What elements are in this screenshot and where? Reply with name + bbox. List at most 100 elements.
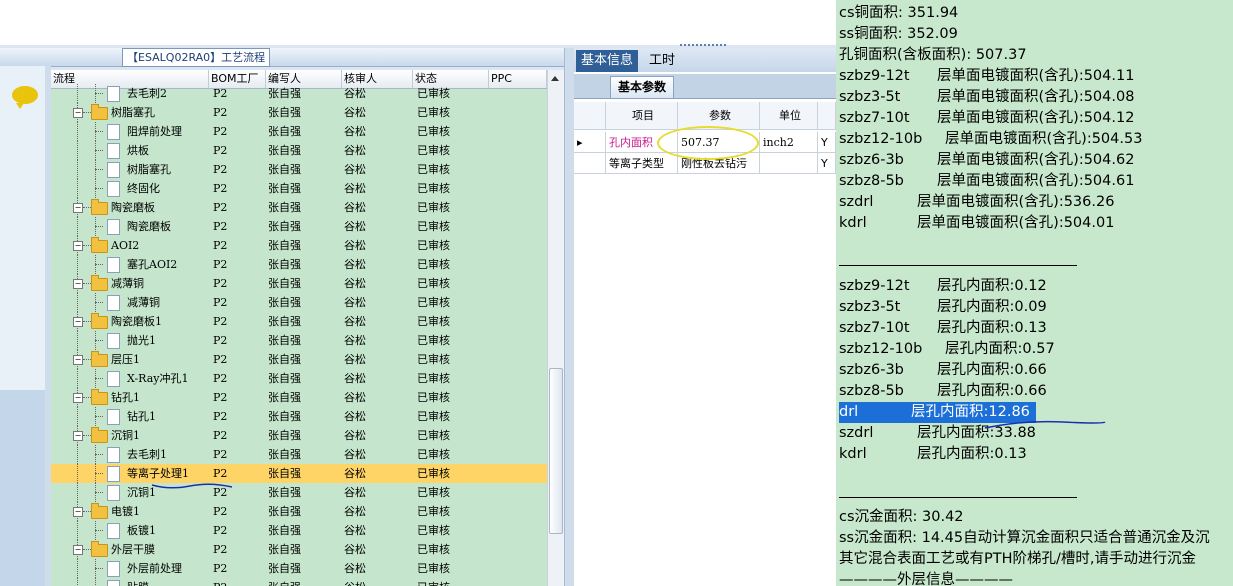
- table-row[interactable]: 烘板 P2 张自强 谷松 已审核: [51, 141, 547, 160]
- status: 已审核: [417, 220, 450, 233]
- table-row[interactable]: 沉铜1 P2 张自强 谷松 已审核: [51, 483, 547, 502]
- table-row[interactable]: 外层前处理 P2 张自强 谷松 已审核: [51, 559, 547, 578]
- writer: 张自强: [268, 239, 301, 252]
- table-row[interactable]: − 减薄铜 P2 张自强 谷松 已审核: [51, 274, 547, 293]
- collapse-toggle-icon[interactable]: −: [73, 545, 83, 555]
- status: 已审核: [417, 258, 450, 271]
- table-row[interactable]: 塞孔AOI2 P2 张自强 谷松 已审核: [51, 255, 547, 274]
- document-icon: [107, 466, 120, 482]
- table-row[interactable]: − 外层干膜 P2 张自强 谷松 已审核: [51, 540, 547, 559]
- table-row[interactable]: 贴膜 P2 张自强 谷松 已审核: [51, 578, 547, 586]
- reviewer: 谷松: [344, 429, 366, 442]
- table-row[interactable]: − 沉铜1 P2 张自强 谷松 已审核: [51, 426, 547, 445]
- document-icon: [107, 447, 120, 463]
- scroll-up-icon[interactable]: [551, 76, 559, 81]
- reviewer: 谷松: [344, 334, 366, 347]
- table-row[interactable]: 终固化 P2 张自强 谷松 已审核: [51, 179, 547, 198]
- writer: 张自强: [268, 505, 301, 518]
- document-icon: [107, 219, 120, 235]
- reviewer: 谷松: [344, 201, 366, 214]
- table-row[interactable]: − 陶瓷磨板 P2 张自强 谷松 已审核: [51, 198, 547, 217]
- bom-factory: P2: [213, 505, 228, 518]
- hole-copper-area: 孔铜面积(含板面积): 507.37: [839, 47, 1027, 63]
- writer: 张自强: [268, 201, 301, 214]
- collapse-toggle-icon[interactable]: −: [73, 507, 83, 517]
- collapse-toggle-icon[interactable]: −: [73, 279, 83, 289]
- hole-area-line: szbz9-12t 层孔内面积:0.12: [839, 278, 1047, 294]
- tab-basic-info[interactable]: 基本信息: [576, 50, 638, 72]
- document-icon: [107, 485, 120, 501]
- left-side-panel-lower: [0, 390, 45, 586]
- writer: 张自强: [268, 315, 301, 328]
- bom-factory: P2: [213, 372, 228, 385]
- process-name: 减薄铜: [127, 296, 160, 309]
- table-row[interactable]: 去毛刺1 P2 张自强 谷松 已审核: [51, 445, 547, 464]
- param-flag: Y: [818, 153, 836, 174]
- collapse-toggle-icon[interactable]: −: [73, 393, 83, 403]
- table-row[interactable]: 板镀1 P2 张自强 谷松 已审核: [51, 521, 547, 540]
- collapse-toggle-icon[interactable]: −: [73, 317, 83, 327]
- status: 已审核: [417, 144, 450, 157]
- plating-area-line: szbz12-10b 层单面电镀面积(含孔):504.53: [839, 131, 1143, 147]
- status: 已审核: [417, 391, 450, 404]
- process-name: 板镀1: [127, 524, 156, 537]
- collapse-toggle-icon[interactable]: −: [73, 431, 83, 441]
- column-header-item[interactable]: 项目: [606, 102, 678, 130]
- status: 已审核: [417, 562, 450, 575]
- bom-factory: P2: [213, 144, 228, 157]
- tab-work-hours[interactable]: 工时: [644, 50, 680, 72]
- document-icon: [107, 143, 120, 159]
- table-row[interactable]: − 电镀1 P2 张自强 谷松 已审核: [51, 502, 547, 521]
- table-row[interactable]: 抛光1 P2 张自强 谷松 已审核: [51, 331, 547, 350]
- table-row[interactable]: 陶瓷磨板 P2 张自强 谷松 已审核: [51, 217, 547, 236]
- table-row[interactable]: 钻孔1 P2 张自强 谷松 已审核: [51, 407, 547, 426]
- writer: 张自强: [268, 182, 301, 195]
- writer: 张自强: [268, 467, 301, 480]
- bom-factory: P2: [213, 562, 228, 575]
- writer: 张自强: [268, 87, 301, 100]
- chat-icon[interactable]: [12, 86, 38, 109]
- collapse-toggle-icon[interactable]: −: [73, 203, 83, 213]
- scrollbar-thumb[interactable]: [549, 368, 563, 534]
- table-row[interactable]: X-Ray冲孔1 P2 张自强 谷松 已审核: [51, 369, 547, 388]
- table-row[interactable]: − 层压1 P2 张自强 谷松 已审核: [51, 350, 547, 369]
- reviewer: 谷松: [344, 182, 366, 195]
- table-row[interactable]: 阻焊前处理 P2 张自强 谷松 已审核: [51, 122, 547, 141]
- reviewer: 谷松: [344, 486, 366, 499]
- table-row[interactable]: 去毛刺2 P2 张自强 谷松 已审核: [51, 84, 547, 103]
- table-row[interactable]: − 陶瓷磨板1 P2 张自强 谷松 已审核: [51, 312, 547, 331]
- table-row[interactable]: − AOI2 P2 张自强 谷松 已审核: [51, 236, 547, 255]
- writer: 张自强: [268, 410, 301, 423]
- param-unit: inch2: [760, 132, 818, 153]
- subtab-basic-params[interactable]: 基本参数: [610, 76, 674, 98]
- table-row[interactable]: 减薄铜 P2 张自强 谷松 已审核: [51, 293, 547, 312]
- cs-copper-area: cs铜面积: 351.94: [839, 5, 959, 21]
- writer: 张自强: [268, 106, 301, 119]
- table-row[interactable]: 等离子处理1 P2 张自强 谷松 已审核: [51, 464, 547, 483]
- bom-factory: P2: [213, 87, 228, 100]
- bom-factory: P2: [213, 220, 228, 233]
- status: 已审核: [417, 467, 450, 480]
- process-name: 抛光1: [127, 334, 156, 347]
- column-header-extra: [818, 102, 836, 130]
- column-header-unit[interactable]: 单位: [760, 102, 818, 130]
- collapse-toggle-icon[interactable]: −: [73, 108, 83, 118]
- document-icon: [107, 124, 120, 140]
- status: 已审核: [417, 578, 450, 586]
- table-row[interactable]: 树脂塞孔 P2 张自强 谷松 已审核: [51, 160, 547, 179]
- collapse-toggle-icon[interactable]: −: [73, 355, 83, 365]
- document-icon: [107, 257, 120, 273]
- writer: 张自强: [268, 220, 301, 233]
- plating-area-line: szbz9-12t 层单面电镀面积(含孔):504.11: [839, 68, 1135, 84]
- table-row[interactable]: − 钻孔1 P2 张自强 谷松 已审核: [51, 388, 547, 407]
- process-tree-grid[interactable]: 流程 BOM工厂 编写人 核审人 状态 PPC 去毛刺2 P2 张自强 谷松 已审核 − 树…: [51, 70, 547, 586]
- bom-factory: P2: [213, 239, 228, 252]
- writer: 张自强: [268, 448, 301, 461]
- folder-icon: [91, 313, 108, 329]
- bom-factory: P2: [213, 201, 228, 214]
- table-row[interactable]: − 树脂塞孔 P2 张自强 谷松 已审核: [51, 103, 547, 122]
- folder-icon: [91, 104, 108, 120]
- folder-icon: [91, 389, 108, 405]
- process-name: 陶瓷磨板1: [111, 315, 162, 328]
- collapse-toggle-icon[interactable]: −: [73, 241, 83, 251]
